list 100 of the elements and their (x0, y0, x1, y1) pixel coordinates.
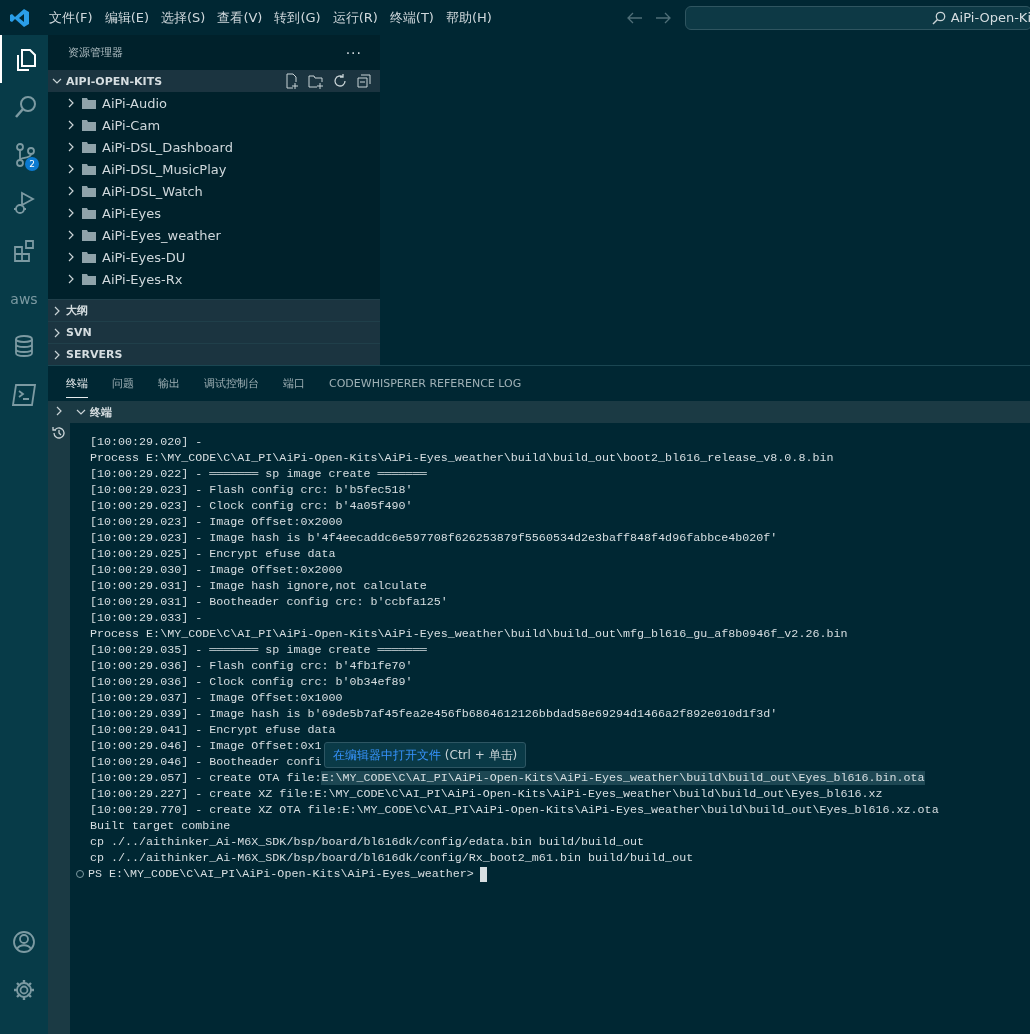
chevron-icon[interactable] (66, 230, 76, 240)
section-header[interactable]: SERVERS (48, 343, 380, 365)
panel-tab[interactable]: 输出 (158, 369, 180, 398)
terminal-line: cp ./../aithinker_Ai-M6X_SDK/bsp/board/bl616dk/config/Rx_boot2_m61.bin build/build_out (90, 850, 694, 866)
terminal-line: [10:00:29.057] - create OTA file:E:\MY_CODE\C\AI_PI\AiPi-Open-Kits\AiPi-Eyes_weather\build\build_out\Eyes_bl616.bin.ota (90, 770, 925, 786)
menu-item[interactable]: 终端(T) (383, 8, 440, 27)
settings-icon[interactable] (12, 978, 36, 1002)
tooltip: 在编辑器中打开文件 (Ctrl + 单击) (324, 742, 527, 768)
terminal-line: [10:00:29.039] - Image hash is b'69de5b7af45fea2e456fb6864612126bbdad58e69294d1466a2f892e010d1f3d' (90, 706, 778, 722)
menu-item[interactable]: 查看(V) (211, 8, 269, 27)
panel-tab[interactable]: 端口 (283, 369, 305, 398)
folder-icon (82, 207, 96, 219)
file-link[interactable]: E:\MY_CODE\C\AI_PI\AiPi-Open-Kits\AiPi-Eyes_weather\build\build_out\Eyes_bl616.bin.ota (321, 771, 925, 785)
chevron-icon[interactable] (66, 208, 76, 218)
folder-icon (82, 119, 96, 131)
chevron-icon[interactable] (52, 349, 62, 360)
terminal-line: [10:00:29.023] - Image hash is b'4f4eecaddc6e597708f626253879f5560534d2e3baff848f4d96fabbce4b020f' (90, 530, 778, 546)
terminal-line: Built target combine (90, 818, 231, 834)
chevron-icon[interactable] (52, 76, 62, 86)
terminal-line: [10:00:29.030] - Image Offset:0x2000 (90, 562, 343, 578)
folder-row[interactable]: AiPi-DSL_Watch (48, 180, 380, 202)
menu-item[interactable]: 文件(F) (43, 8, 99, 27)
terminal-icon[interactable] (12, 382, 36, 408)
terminal-line: [10:00:29.046] - Image Offset:0x1 (90, 738, 322, 754)
folder-row[interactable]: AiPi-Audio (48, 92, 380, 114)
chevron-icon[interactable] (66, 120, 76, 130)
menu-item[interactable]: 帮助(H) (439, 8, 498, 27)
terminal-line: cp ./../aithinker_Ai-M6X_SDK/bsp/board/bl616dk/config/edata.bin build/build_out (90, 834, 645, 850)
terminal-line: [10:00:29.023] - Clock config crc: b'4a05f490' (90, 498, 413, 514)
terminal-line: [10:00:29.227] - create XZ file:E:\MY_CODE\C\AI_PI\AiPi-Open-Kits\AiPi-Eyes_weather\build\build_out\Eyes_bl616.xz (90, 786, 883, 802)
menu-item[interactable]: 选择(S) (155, 8, 212, 27)
account-icon[interactable] (12, 930, 36, 954)
chevron-icon[interactable] (52, 327, 62, 338)
chevron-icon[interactable] (66, 98, 76, 108)
section-header[interactable]: SVN (48, 321, 380, 343)
explorer-title: 资源管理器 (68, 45, 123, 60)
terminal-line: [10:00:29.033] - (90, 610, 203, 626)
terminal-line: [10:00:29.046] - Bootheader confi (90, 754, 322, 770)
folder-row[interactable]: AiPi-Eyes-Rx (48, 268, 380, 290)
terminal-line: [10:00:29.036] - Clock config crc: b'0b34ef89' (90, 674, 413, 690)
terminal-line: Process E:\MY_CODE\C\AI_PI\AiPi-Open-Kits\AiPi-Eyes_weather\build\build_out\boot2_bl616_release_v8.0.8.bin (90, 450, 834, 466)
chevron-icon[interactable] (66, 274, 76, 284)
search-icon (931, 10, 946, 25)
collapse-all-icon[interactable] (356, 73, 372, 89)
folder-icon (82, 97, 96, 109)
folder-icon (82, 273, 96, 285)
terminal-line: [10:00:29.035] - ═══════ sp image create ═══════ (90, 642, 427, 658)
terminal-header[interactable]: 终端 (70, 401, 1030, 423)
chevron-icon[interactable] (76, 407, 86, 417)
folder-icon (82, 251, 96, 263)
section-header[interactable]: 大纲 (48, 299, 380, 321)
panel-tab[interactable]: 调试控制台 (204, 369, 259, 398)
cursor (479, 866, 487, 882)
folder-icon (82, 185, 96, 197)
extensions-icon[interactable] (12, 238, 36, 264)
new-folder-icon[interactable] (308, 73, 324, 89)
terminal-line: [10:00:29.036] - Flash config crc: b'4fb1fe70' (90, 658, 413, 674)
terminal-line: [10:00:29.037] - Image Offset:0x1000 (90, 690, 343, 706)
folder-row[interactable]: AiPi-Eyes_weather (48, 224, 380, 246)
menu-item[interactable]: 转到(G) (268, 8, 327, 27)
aws-icon[interactable]: aws (10, 291, 38, 307)
folder-icon (82, 163, 96, 175)
history-icon[interactable] (52, 426, 66, 440)
terminal-line: [10:00:29.023] - Flash config crc: b'b5fec518' (90, 482, 413, 498)
chevron-icon[interactable] (66, 142, 76, 152)
folder-row[interactable]: AiPi-DSL_MusicPlay (48, 158, 380, 180)
count-badge: 2 (25, 157, 39, 171)
menu-item[interactable]: 运行(R) (326, 8, 384, 27)
terminal-line: [10:00:29.023] - Image Offset:0x2000 (90, 514, 343, 530)
terminal-line: [10:00:29.031] - Bootheader config crc: b'ccbfa125' (90, 594, 448, 610)
search-icon[interactable] (12, 94, 36, 120)
forward-arrow-icon[interactable] (655, 11, 671, 24)
folder-row[interactable]: AiPi-Eyes-DU (48, 246, 380, 268)
folder-row[interactable]: AiPi-Eyes (48, 202, 380, 224)
panel-tab[interactable]: 终端 (66, 369, 88, 398)
new-file-icon[interactable] (284, 73, 300, 89)
panel-tab[interactable]: 问题 (112, 369, 134, 398)
folder-icon (82, 229, 96, 241)
refresh-icon[interactable] (332, 73, 348, 89)
terminal-line: [10:00:29.022] - ═══════ sp image create ═══════ (90, 466, 427, 482)
folder-row[interactable]: AiPi-DSL_Dashboard (48, 136, 380, 158)
project-header[interactable]: AIPI-OPEN-KITS (48, 70, 380, 92)
chevron-icon[interactable] (66, 164, 76, 174)
terminal-line: [10:00:29.031] - Image hash ignore,not calculate (90, 578, 427, 594)
database-icon[interactable] (12, 334, 36, 360)
folder-row[interactable]: AiPi-Cam (48, 114, 380, 136)
chevron-icon[interactable] (52, 305, 62, 316)
chevron-icon[interactable] (66, 252, 76, 262)
more-actions-button[interactable]: ··· (345, 44, 362, 61)
terminal-line: [10:00:29.041] - Encrypt efuse data (90, 722, 336, 738)
panel-tab[interactable]: CODEWHISPERER REFERENCE LOG (329, 370, 522, 397)
back-arrow-icon[interactable] (627, 11, 643, 24)
terminal-line: [10:00:29.025] - Encrypt efuse data (90, 546, 336, 562)
search-field[interactable]: AiPi-Open-Ki (685, 5, 1030, 30)
terminal-line: [10:00:29.020] - (90, 434, 203, 450)
terminal-line: [10:00:29.770] - create XZ OTA file:E:\MY_CODE\C\AI_PI\AiPi-Open-Kits\AiPi-Eyes_weather\build\build_out\Eyes_bl616.xz.ota (90, 802, 939, 818)
run-debug-icon[interactable] (12, 190, 36, 216)
expand-panel-icon[interactable] (54, 406, 64, 416)
chevron-icon[interactable] (66, 186, 76, 196)
menu-item[interactable]: 编辑(E) (98, 8, 155, 27)
